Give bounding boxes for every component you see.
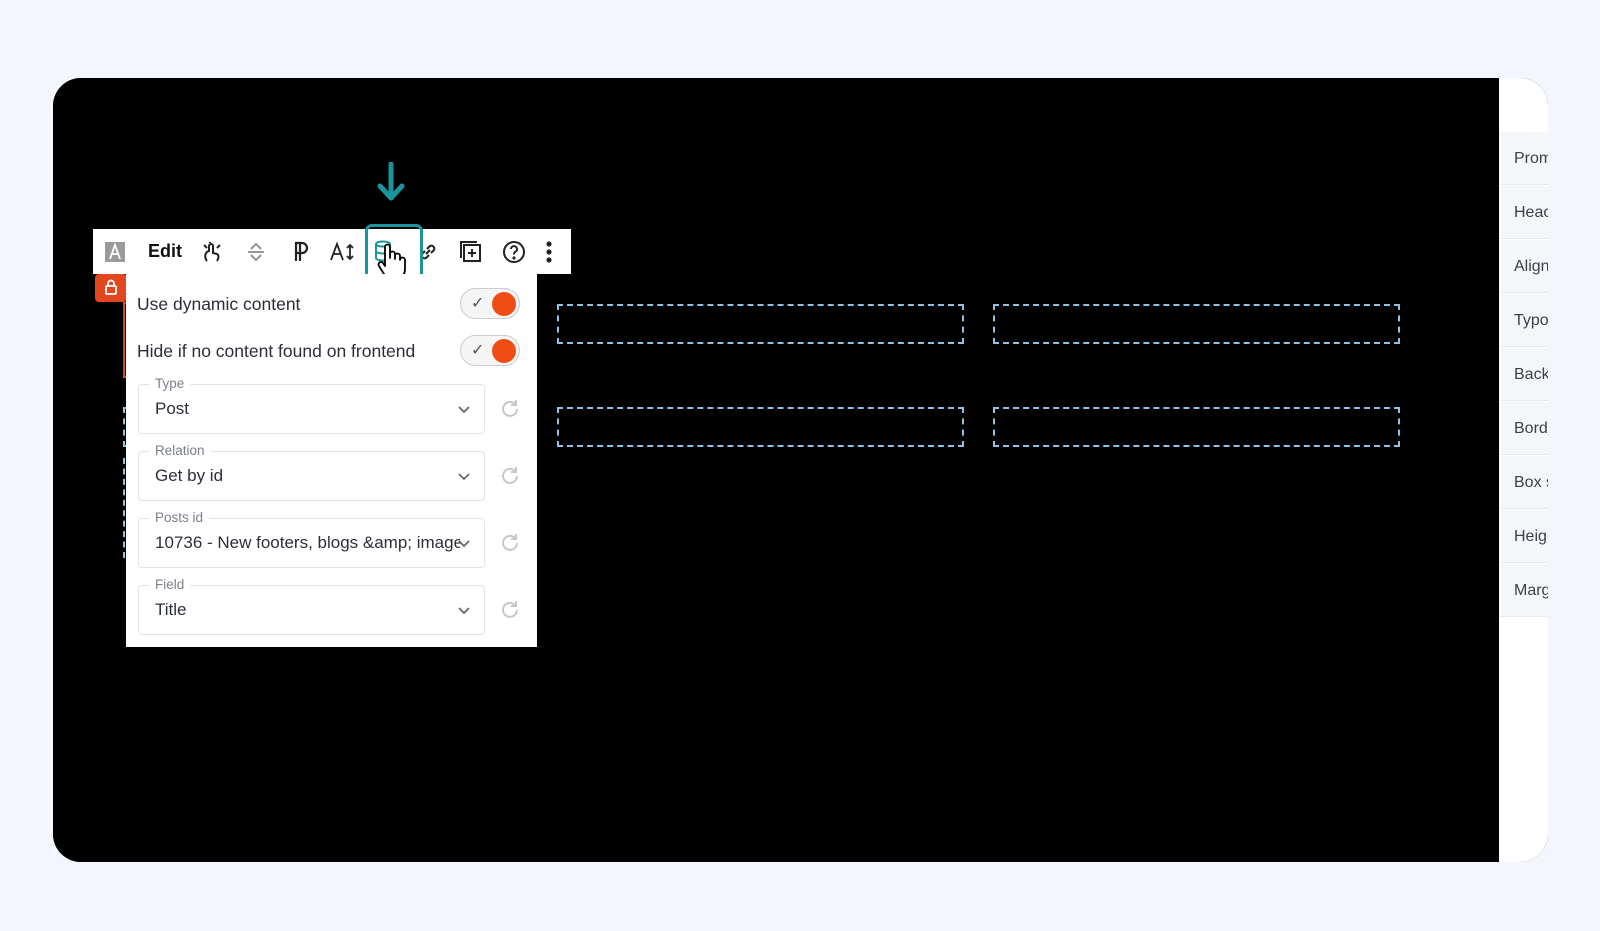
- field-select[interactable]: Field Title: [138, 577, 485, 635]
- use-dynamic-content-label: Use dynamic content: [137, 294, 301, 314]
- settings-section-prompt[interactable]: Prom: [1499, 132, 1548, 185]
- settings-section-box-shadow[interactable]: Box s: [1499, 456, 1548, 509]
- lock-icon[interactable]: [95, 274, 127, 302]
- empty-block[interactable]: [557, 407, 964, 447]
- edit-button[interactable]: Edit: [143, 229, 187, 274]
- section-label: Prom: [1514, 150, 1548, 167]
- arrow-down-icon: [375, 161, 407, 209]
- reset-icon[interactable]: [498, 397, 522, 421]
- section-label: Heig: [1514, 528, 1547, 545]
- element-toolbar: Edit: [93, 229, 571, 274]
- dynamic-content-popup: Use dynamic content ✓ Hide if no content…: [126, 274, 537, 647]
- settings-panel: Prom Heac Align Typo Back Bord Box s Hei…: [1499, 78, 1548, 862]
- type-select[interactable]: Type Post: [138, 376, 485, 434]
- settings-section-border[interactable]: Bord: [1499, 402, 1548, 455]
- relation-value: Get by id: [155, 466, 224, 485]
- help-icon[interactable]: [499, 229, 529, 274]
- hide-if-empty-toggle[interactable]: ✓: [460, 335, 520, 366]
- text-element-icon[interactable]: [101, 229, 129, 274]
- editor-frame: Edit Use dynamic content ✓ Hide if no co…: [53, 78, 1548, 862]
- paragraph-icon[interactable]: [285, 229, 315, 274]
- field-label: Field: [149, 577, 191, 592]
- reset-icon[interactable]: [498, 531, 522, 555]
- settings-section-height[interactable]: Heig: [1499, 510, 1548, 563]
- reset-icon[interactable]: [498, 464, 522, 488]
- section-label: Heac: [1514, 204, 1548, 221]
- interactions-icon[interactable]: [197, 229, 227, 274]
- check-icon: ✓: [471, 295, 485, 312]
- posts-id-select[interactable]: Posts id 10736 - New footers, blogs &amp…: [138, 510, 485, 568]
- type-label: Type: [149, 376, 191, 391]
- type-value: Post: [155, 399, 190, 418]
- empty-block[interactable]: [993, 304, 1400, 344]
- empty-block[interactable]: [557, 304, 964, 344]
- section-label: Back: [1514, 366, 1548, 383]
- relation-label: Relation: [149, 443, 211, 458]
- section-label: Box s: [1514, 474, 1548, 491]
- check-icon: ✓: [471, 342, 485, 359]
- chevron-down-icon: [458, 473, 470, 481]
- add-block-icon[interactable]: [456, 229, 486, 274]
- settings-section-background[interactable]: Back: [1499, 348, 1548, 401]
- section-label: Marg: [1514, 582, 1548, 599]
- settings-section-margin[interactable]: Marg: [1499, 564, 1548, 617]
- relation-select[interactable]: Relation Get by id: [138, 443, 485, 501]
- toggle-knob: [492, 292, 516, 316]
- field-value: Title: [155, 600, 187, 619]
- empty-block[interactable]: [993, 407, 1400, 447]
- edit-label: Edit: [148, 241, 182, 261]
- section-label: Typo: [1514, 312, 1548, 329]
- chevron-down-icon: [458, 540, 470, 548]
- settings-section-heading[interactable]: Heac: [1499, 186, 1548, 239]
- typography-icon[interactable]: [327, 229, 359, 274]
- chevron-down-icon: [458, 607, 470, 615]
- more-options-icon[interactable]: [539, 229, 559, 274]
- hide-if-empty-label: Hide if no content found on frontend: [137, 341, 416, 361]
- chevron-down-icon: [458, 406, 470, 414]
- settings-section-typography[interactable]: Typo: [1499, 294, 1548, 347]
- posts-id-label: Posts id: [149, 510, 210, 525]
- use-dynamic-content-toggle[interactable]: ✓: [460, 288, 520, 319]
- align-icon[interactable]: [241, 229, 271, 274]
- section-label: Bord: [1514, 420, 1548, 437]
- editor-canvas[interactable]: Edit Use dynamic content ✓ Hide if no co…: [53, 78, 1499, 862]
- section-label: Align: [1514, 258, 1548, 275]
- posts-id-value: 10736 - New footers, blogs &amp; image .…: [155, 533, 460, 552]
- toggle-knob: [492, 339, 516, 363]
- settings-section-alignment[interactable]: Align: [1499, 240, 1548, 293]
- reset-icon[interactable]: [498, 598, 522, 622]
